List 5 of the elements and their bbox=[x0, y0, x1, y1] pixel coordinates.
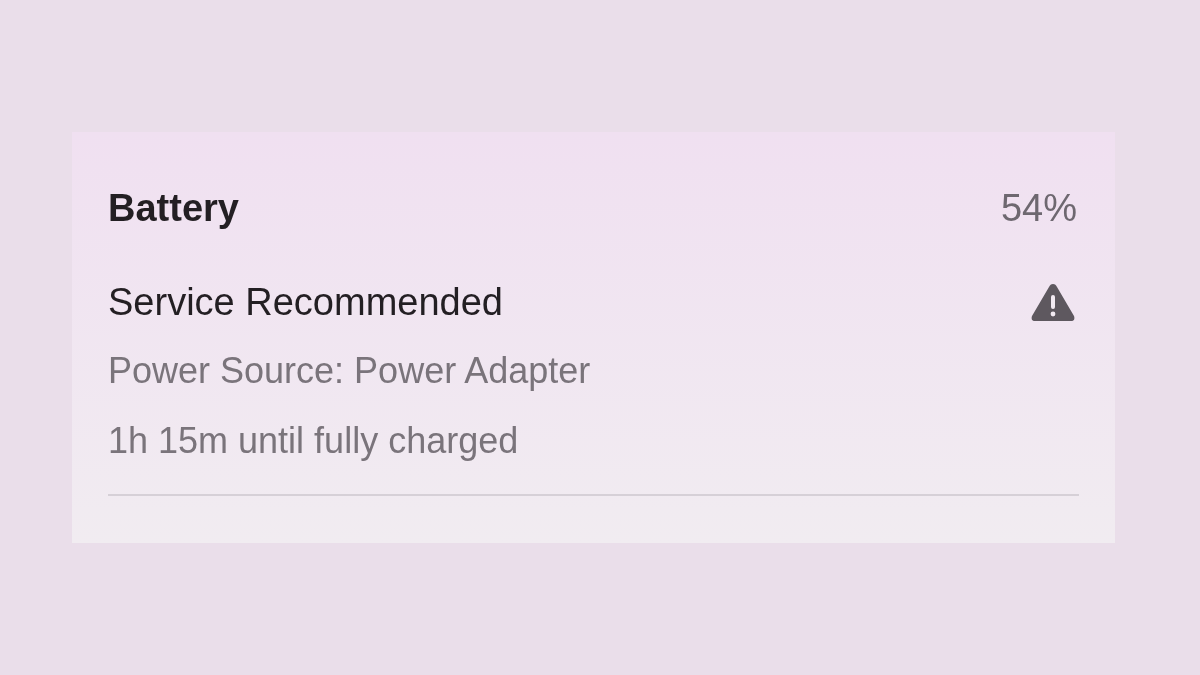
condition-label: Service Recommended bbox=[108, 279, 503, 325]
detail-text: Power Source: Power Adapter bbox=[108, 349, 592, 393]
battery-title: Battery bbox=[108, 185, 239, 231]
detail-text: 1h 15m until fully charged bbox=[108, 419, 520, 463]
battery-percentage: 54% bbox=[1000, 185, 1078, 231]
